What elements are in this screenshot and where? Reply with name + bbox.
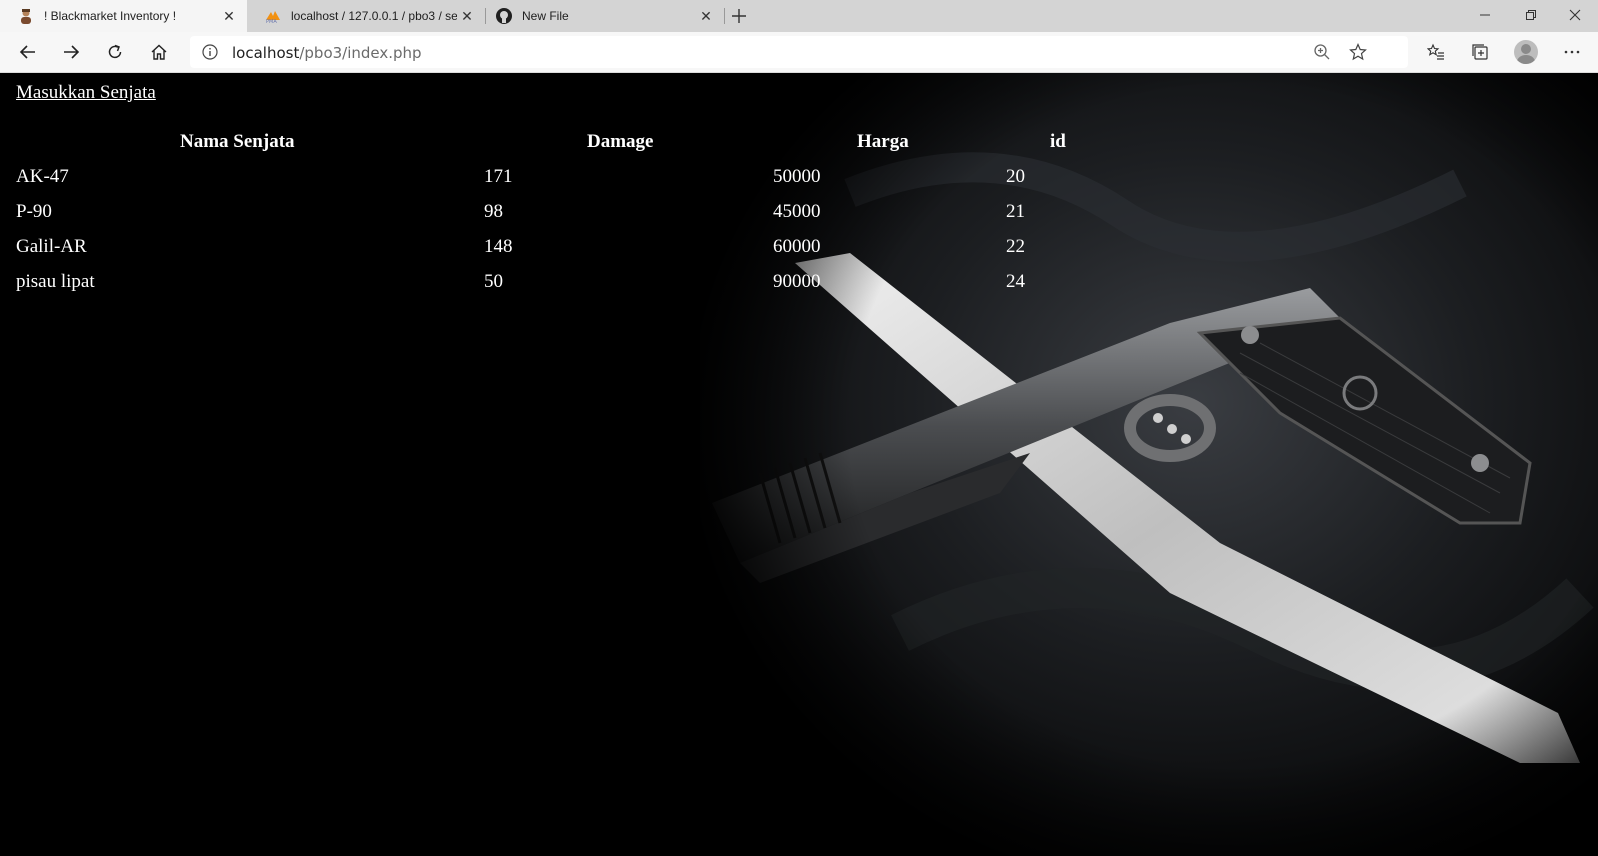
url-path: /pbo3/index.php [299,44,422,62]
cell-harga: 60000 [773,236,821,257]
browser-toolbar: localhost/pbo3/index.php [0,32,1598,73]
add-weapon-link[interactable]: Masukkan Senjata [16,82,156,104]
refresh-icon[interactable] [99,36,131,68]
tab-new-file[interactable]: New File ✕ [486,0,724,32]
header-id: id [1050,131,1066,152]
zoom-icon[interactable] [1312,42,1332,62]
tab-blackmarket[interactable]: ! Blackmarket Inventory ! ✕ [0,0,247,32]
new-tab-icon[interactable] [729,6,749,26]
tab-title: localhost / 127.0.0.1 / pbo3 / sen [291,9,457,23]
site-info-icon[interactable] [202,44,218,60]
cell-damage: 98 [484,201,503,222]
cell-damage: 50 [484,271,503,292]
favorite-star-icon[interactable] [1348,42,1368,62]
close-tab-icon[interactable]: ✕ [457,6,477,26]
github-favicon-icon [496,8,512,24]
collections-icon[interactable] [1464,36,1496,68]
favorites-list-icon[interactable] [1420,36,1452,68]
tab-divider [724,8,725,24]
profile-avatar-icon[interactable] [1514,40,1538,64]
minimize-icon[interactable] [1462,0,1508,30]
back-arrow-icon[interactable] [12,36,44,68]
url-text: localhost/pbo3/index.php [232,44,422,62]
url-host: localhost [232,44,300,62]
cell-nama: pisau lipat [16,271,95,292]
phpmyadmin-favicon-icon: PMA [265,8,281,24]
close-window-icon[interactable] [1552,0,1598,30]
more-menu-icon[interactable] [1556,36,1588,68]
cell-id: 22 [1006,236,1025,257]
tab-title: New File [522,9,569,23]
cell-nama: P-90 [16,201,52,222]
forward-arrow-icon[interactable] [55,36,87,68]
cell-damage: 171 [484,166,513,187]
home-icon[interactable] [143,36,175,68]
cell-harga: 45000 [773,201,821,222]
tab-title: ! Blackmarket Inventory ! [44,9,177,23]
cell-nama: Galil-AR [16,236,87,257]
cell-id: 20 [1006,166,1025,187]
close-tab-icon[interactable]: ✕ [219,6,239,26]
close-tab-icon[interactable]: ✕ [696,6,716,26]
address-bar[interactable]: localhost/pbo3/index.php [190,36,1408,68]
header-harga: Harga [857,131,909,152]
page-content: Masukkan Senjata Nama Senjata Damage Har… [0,73,1598,856]
tab-strip: ! Blackmarket Inventory ! ✕ PMA localhos… [0,0,1598,32]
header-damage: Damage [587,131,654,152]
header-nama-senjata: Nama Senjata [180,131,295,152]
cell-harga: 50000 [773,166,821,187]
cell-harga: 90000 [773,271,821,292]
cell-nama: AK-47 [16,166,69,187]
cell-id: 24 [1006,271,1025,292]
person-favicon-icon [18,8,34,24]
svg-text:PMA: PMA [266,19,277,24]
pistol-knife-background-image [700,73,1598,856]
restore-icon[interactable] [1508,0,1554,30]
cell-id: 21 [1006,201,1025,222]
cell-damage: 148 [484,236,513,257]
tab-phpmyadmin[interactable]: PMA localhost / 127.0.0.1 / pbo3 / sen ✕ [247,0,485,32]
